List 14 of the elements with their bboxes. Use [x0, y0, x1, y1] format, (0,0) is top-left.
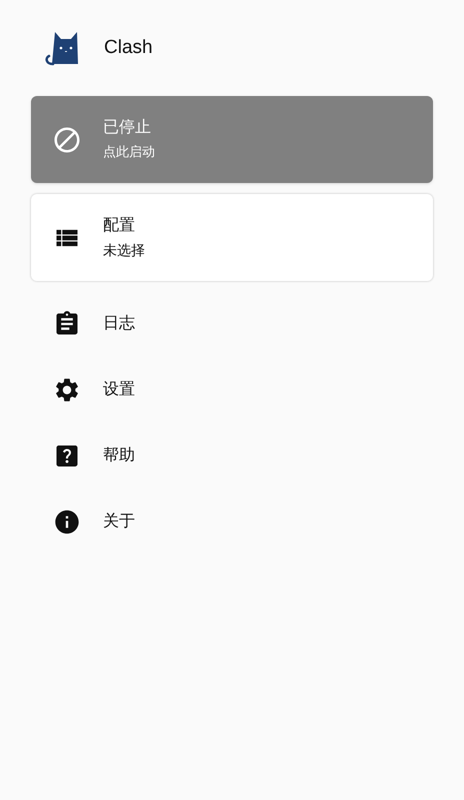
profile-title: 配置 — [103, 216, 136, 236]
profile-subtitle: 未选择 — [103, 241, 145, 260]
status-subtitle: 点此启动 — [103, 143, 155, 161]
status-card[interactable]: 已停止 点此启动 — [31, 96, 433, 183]
info-icon — [53, 508, 81, 536]
app-title: Clash — [104, 36, 153, 60]
settings-icon — [53, 376, 81, 404]
menu-item[interactable]: 日志 — [31, 291, 433, 357]
status-title: 已停止 — [103, 118, 152, 138]
block-icon — [52, 124, 82, 154]
profile-card[interactable]: 配置 未选择 — [31, 194, 433, 281]
menu-item[interactable]: 帮助 — [31, 423, 433, 489]
menu-item[interactable]: 关于 — [31, 489, 433, 555]
menu-item[interactable]: 设置 — [31, 357, 433, 423]
